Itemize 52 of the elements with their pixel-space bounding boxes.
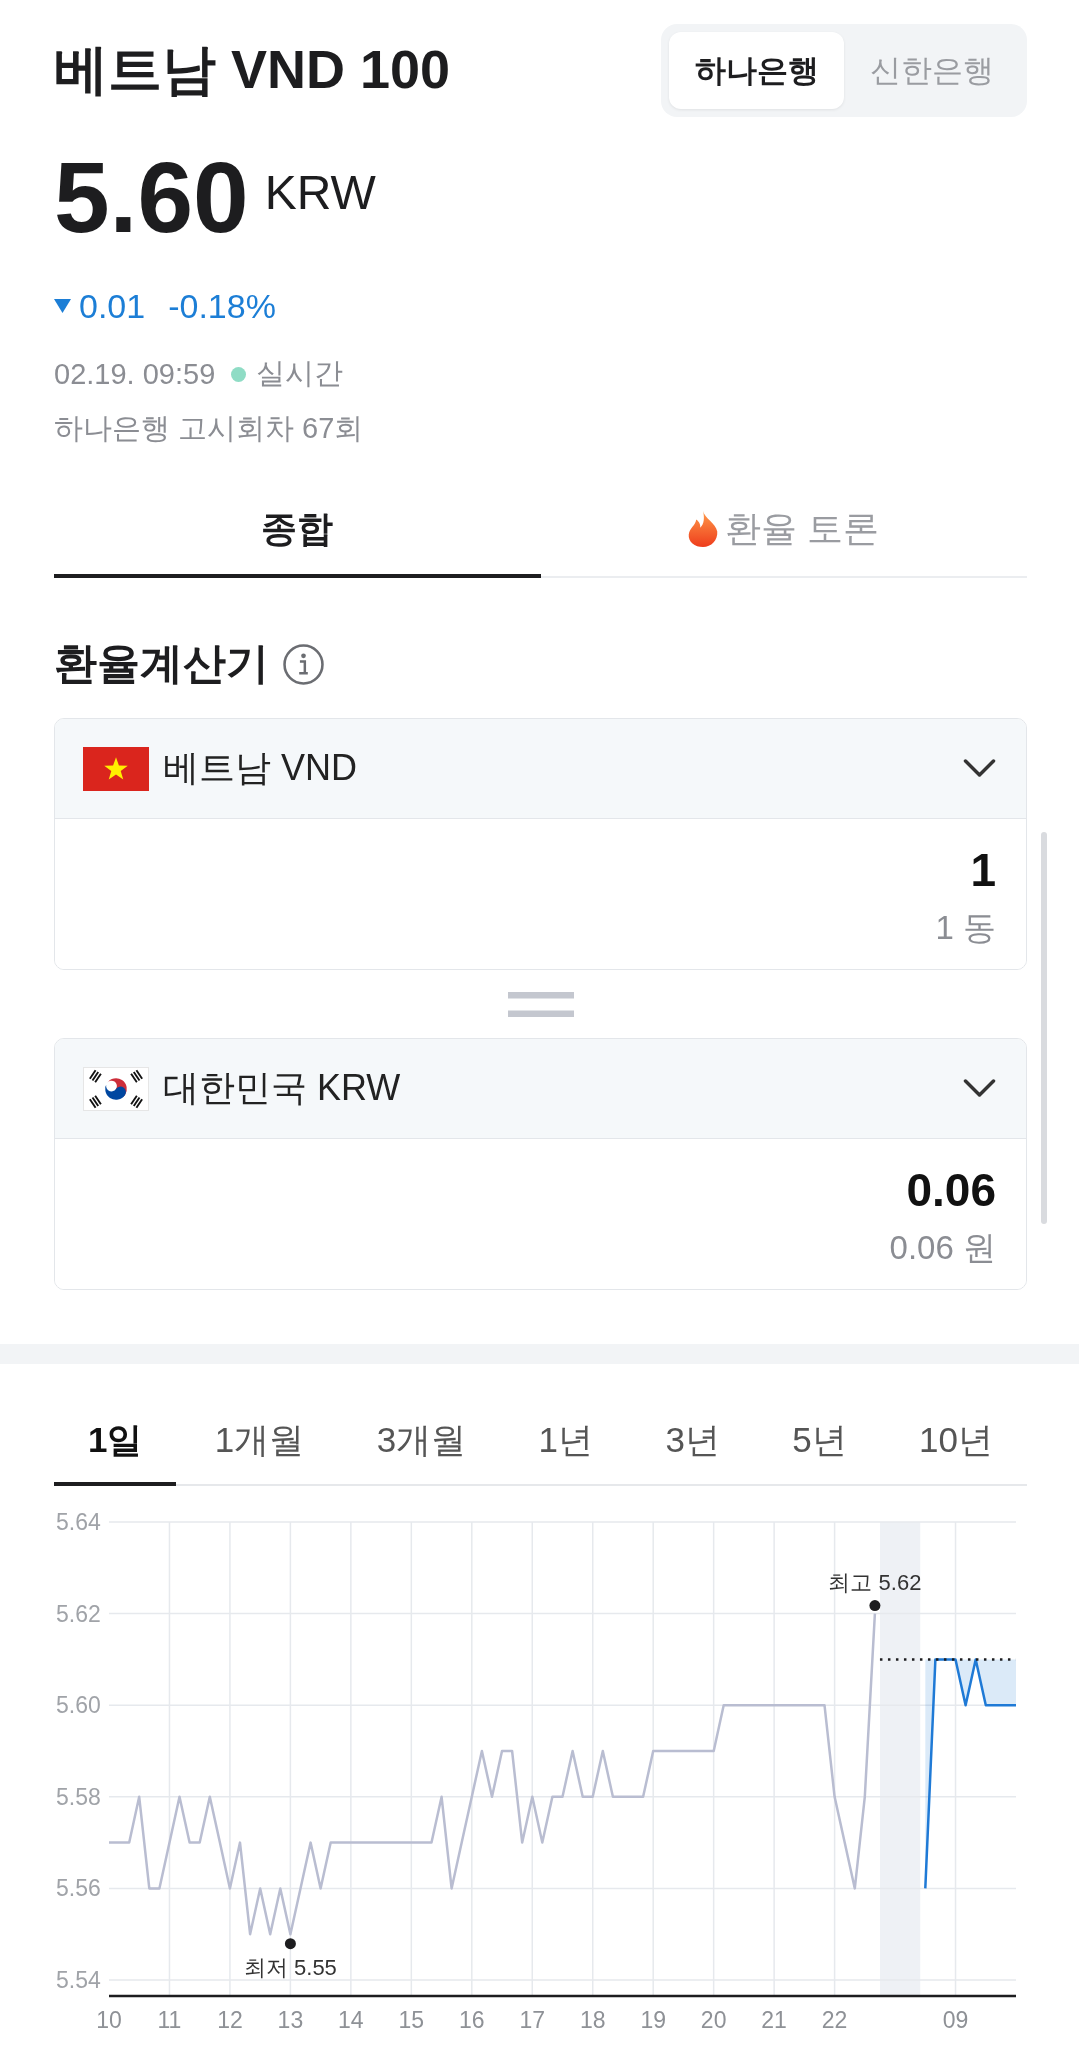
- change-percent: -0.18%: [168, 286, 276, 326]
- amount-in-words: 0.06 원: [889, 1228, 996, 1268]
- x-axis-label: 12: [217, 2007, 243, 2033]
- chevron-down-icon: [963, 1079, 996, 1098]
- period-tab[interactable]: 1개월: [180, 1398, 339, 1486]
- bank-tab[interactable]: 하나은행: [669, 32, 844, 109]
- annotation-label: 최고 5.62: [828, 1569, 922, 1595]
- live-label: 실시간: [256, 356, 344, 391]
- period-tab[interactable]: 3개월: [342, 1398, 501, 1486]
- period-tab[interactable]: 3년: [631, 1398, 754, 1486]
- dot-marker-icon: [869, 1600, 881, 1612]
- chevron-down-icon: [963, 759, 996, 778]
- y-axis-label: 5.60: [56, 1692, 101, 1719]
- y-axis-label: 5.64: [56, 1509, 101, 1535]
- timestamp: 02.19. 09:59: [54, 357, 216, 391]
- notice-text: 하나은행 고시회차 67회: [54, 411, 364, 446]
- y-axis-label: 5.58: [56, 1783, 101, 1810]
- y-axis-label: 5.54: [56, 1966, 101, 1993]
- y-axis-label: 5.56: [56, 1875, 101, 1902]
- x-axis-label: 21: [761, 2007, 787, 2033]
- currency-select[interactable]: 베트남 VND: [55, 719, 1026, 819]
- x-axis-label: 17: [519, 2007, 546, 2033]
- section-heading: 환율계산기: [54, 638, 269, 689]
- x-axis-label: 14: [338, 2007, 364, 2033]
- x-axis-label: 13: [277, 2007, 304, 2033]
- period-tab[interactable]: 10년: [885, 1398, 1027, 1486]
- x-axis-label: 22: [821, 2007, 848, 2033]
- x-axis-label: 16: [459, 2007, 485, 2033]
- x-axis-label: 19: [640, 2007, 666, 2033]
- currency-unit: KRW: [264, 169, 376, 217]
- price-value: 5.60: [54, 147, 249, 247]
- period-tab[interactable]: 1일: [54, 1398, 177, 1486]
- x-axis-label: 20: [700, 2007, 727, 2033]
- flame-icon: [688, 511, 719, 547]
- period-tab[interactable]: 5년: [758, 1398, 881, 1486]
- x-axis-label: 15: [398, 2007, 425, 2033]
- amount-in-words: 1 동: [935, 908, 996, 948]
- x-axis-label: 11: [157, 2007, 182, 2033]
- equals-icon: [507, 991, 574, 1017]
- dot-marker-icon: [284, 1938, 296, 1950]
- period-tab[interactable]: 1년: [504, 1398, 627, 1486]
- flag-icon: [83, 1066, 149, 1111]
- annotation-label: 최저 5.55: [243, 1954, 337, 1980]
- x-axis-label: 10: [96, 2007, 122, 2033]
- y-axis-label: 5.62: [56, 1600, 101, 1627]
- page-title: 베트남 VND 100: [54, 38, 451, 101]
- flag-icon: [83, 746, 149, 791]
- x-axis-label: 09: [942, 2007, 969, 2033]
- currency-select[interactable]: 대한민국 KRW: [55, 1039, 1026, 1139]
- change-amount: 0.01: [79, 286, 146, 326]
- info-icon[interactable]: [283, 643, 324, 685]
- x-axis-label: 18: [579, 2007, 606, 2033]
